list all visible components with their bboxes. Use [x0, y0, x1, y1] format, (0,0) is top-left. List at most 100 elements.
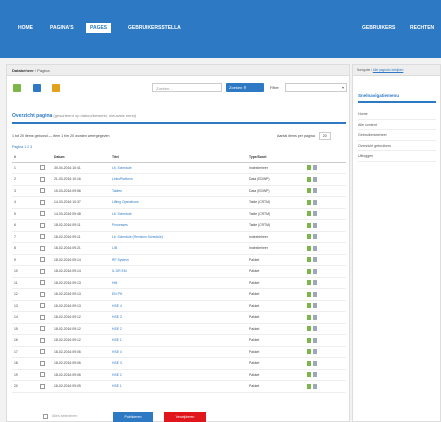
row-checkbox[interactable]	[40, 176, 45, 182]
table-row[interactable]: 7 18-02-2016 09:11 Lit. Schedule (Revision…	[12, 231, 346, 243]
delete-icon[interactable]	[313, 337, 317, 343]
select-all-checkbox[interactable]	[43, 414, 48, 419]
table-row[interactable]: 8 18-02-2016 09:21 LIB Indexbeheer	[12, 242, 346, 255]
row-title-link[interactable]: LIB	[110, 242, 247, 255]
row-title-link[interactable]: Processes	[110, 219, 247, 232]
table-row[interactable]: 12 18-02-2016 09:13 EN PH Pakket	[12, 288, 346, 301]
edit-icon[interactable]	[307, 245, 311, 251]
edit-icon[interactable]	[307, 291, 311, 297]
col-title[interactable]: Titel	[110, 153, 247, 163]
row-title-link[interactable]: RF System	[110, 254, 247, 266]
table-row[interactable]: 1 30-04-2016 10:41 Lit. Schedule Indexbehee…	[12, 162, 346, 174]
row-checkbox[interactable]	[40, 314, 45, 320]
table-row[interactable]: 16 18-02-2016 09:12 HSE 1 Pakket	[12, 334, 346, 347]
folder-icon[interactable]	[52, 84, 60, 92]
edit-icon[interactable]	[307, 211, 311, 217]
edit-icon[interactable]	[307, 337, 311, 343]
sidebar-item[interactable]: Alle content	[358, 120, 436, 130]
table-row[interactable]: 19 18-02-2016 09:06 HSE 2 Pakket	[12, 369, 346, 381]
edit-icon[interactable]	[307, 199, 311, 205]
delete-icon[interactable]	[313, 257, 317, 263]
row-checkbox[interactable]	[40, 360, 45, 366]
col-date[interactable]: Datum	[52, 153, 110, 163]
table-row[interactable]: 11 18-02-2016 09:13 HM Pakket	[12, 277, 346, 289]
col-type[interactable]: Type/Soort	[247, 153, 305, 163]
add-icon[interactable]	[13, 84, 21, 92]
sidebar-item[interactable]: Home	[358, 109, 436, 120]
table-row[interactable]: 20 18-02-2016 09:05 HSE 1 Pakket	[12, 380, 346, 393]
delete-icon[interactable]	[313, 314, 317, 320]
edit-icon[interactable]	[307, 360, 311, 366]
row-title-link[interactable]: HSE 4	[110, 300, 247, 312]
row-checkbox[interactable]	[40, 257, 45, 263]
delete-icon[interactable]	[313, 199, 317, 205]
nav-item-paginas[interactable]: PAGINA'S	[46, 23, 78, 33]
table-row[interactable]: 15 18-02-2016 09:12 HSE 2 Pakket	[12, 323, 346, 335]
delete-icon[interactable]	[313, 326, 317, 332]
row-checkbox[interactable]	[40, 337, 45, 343]
filter-select[interactable]: ▾	[285, 83, 347, 92]
row-title-link[interactable]: HSE 3	[110, 311, 247, 324]
row-title-link[interactable]: HSE 2	[110, 323, 247, 335]
sidebar-item[interactable]: Overzicht gebruikers	[358, 141, 436, 151]
edit-icon[interactable]	[307, 372, 311, 378]
edit-icon[interactable]	[307, 314, 311, 320]
edit-icon[interactable]	[307, 383, 311, 389]
row-checkbox[interactable]	[40, 234, 45, 240]
breadcrumb-current[interactable]: Databeheer	[12, 68, 34, 73]
delete-icon[interactable]	[313, 349, 317, 355]
edit-icon[interactable]	[307, 188, 311, 194]
table-row[interactable]: 18 18-02-2016 09:06 HSE 3 Pakket	[12, 357, 346, 370]
table-row[interactable]: 4 14-03-2016 10:37 Lifting Operations Table…	[12, 196, 346, 209]
edit-icon[interactable]	[307, 268, 311, 274]
delete-icon[interactable]	[313, 291, 317, 297]
delete-icon[interactable]	[313, 383, 317, 389]
row-title-link[interactable]: LinksPlatform	[110, 173, 247, 186]
delete-icon[interactable]	[313, 245, 317, 251]
table-row[interactable]: 14 18-02-2016 09:12 HSE 3 Pakket	[12, 311, 346, 324]
delete-icon[interactable]	[313, 360, 317, 366]
publish-button[interactable]: Publiceren	[113, 412, 153, 422]
table-row[interactable]: 10 18-02-2016 09:14 IL DR EM Pakket	[12, 265, 346, 278]
row-title-link[interactable]: Lit. Schedule	[110, 208, 247, 220]
table-row[interactable]: 9 18-02-2016 09:14 RF System Pakket	[12, 254, 346, 266]
row-checkbox[interactable]	[40, 326, 45, 332]
row-checkbox[interactable]	[40, 268, 45, 274]
delete-icon[interactable]	[313, 188, 317, 194]
delete-icon[interactable]	[313, 234, 317, 240]
row-checkbox[interactable]	[40, 222, 45, 228]
delete-icon[interactable]	[313, 176, 317, 182]
row-title-link[interactable]: Tables	[110, 185, 247, 197]
table-row[interactable]: 6 18-02-2016 09:11 Processes Table (CRTM)	[12, 219, 346, 232]
edit-icon[interactable]	[307, 222, 311, 228]
search-button[interactable]: Zoeken ⚲	[226, 83, 264, 92]
nav-item-rechten[interactable]: RECHTEN	[406, 23, 438, 33]
row-title-link[interactable]: HSE 1	[110, 380, 247, 393]
table-row[interactable]: 3 15-03-2016 09:56 Tables Data (EDWP)	[12, 185, 346, 197]
edit-icon[interactable]	[307, 165, 311, 171]
row-title-link[interactable]: HSE 2	[110, 369, 247, 381]
sidebar-item[interactable]: Uitloggen	[358, 151, 436, 162]
edit-icon[interactable]	[307, 234, 311, 240]
sidebar-crumb-link[interactable]: Alle pagina's bekijken	[373, 68, 404, 72]
table-row[interactable]: 13 18-02-2016 09:13 HSE 4 Pakket	[12, 300, 346, 312]
row-title-link[interactable]: Lit. Schedule	[110, 162, 247, 174]
edit-icon[interactable]	[307, 280, 311, 286]
row-title-link[interactable]: HSE 1	[110, 334, 247, 347]
table-row[interactable]: 2 21-03-2016 10:16 LinksPlatform Data (EDWP…	[12, 173, 346, 186]
delete-icon[interactable]	[313, 211, 317, 217]
edit-icon[interactable]	[307, 349, 311, 355]
row-checkbox[interactable]	[40, 280, 45, 286]
delete-icon[interactable]	[313, 280, 317, 286]
row-checkbox[interactable]	[40, 303, 45, 309]
row-checkbox[interactable]	[40, 291, 45, 297]
row-title-link[interactable]: HM	[110, 277, 247, 289]
row-checkbox[interactable]	[40, 188, 45, 194]
edit-icon[interactable]	[307, 303, 311, 309]
table-row[interactable]: 17 18-02-2016 09:06 HSE 4 Pakket	[12, 346, 346, 358]
row-checkbox[interactable]	[40, 245, 45, 251]
row-checkbox[interactable]	[40, 165, 45, 171]
row-checkbox[interactable]	[40, 383, 45, 389]
nav-item-home[interactable]: HOME	[14, 23, 37, 33]
nav-item-gebruikersstella[interactable]: GEBRUIKERSSTELLA	[124, 23, 185, 33]
